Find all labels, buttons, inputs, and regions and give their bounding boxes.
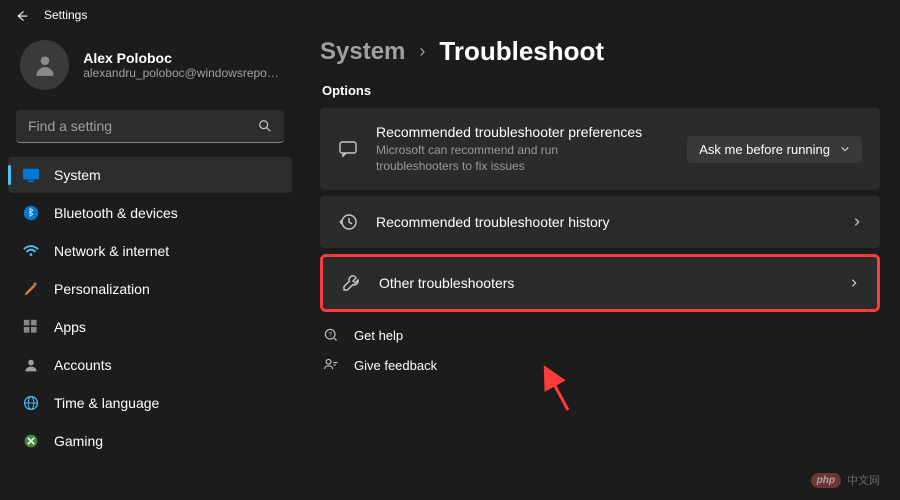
profile-email: alexandru_poloboc@windowsreport... bbox=[83, 66, 280, 80]
watermark-text: 中文网 bbox=[847, 472, 880, 488]
nav-item-label: Bluetooth & devices bbox=[54, 205, 178, 221]
nav-item-personalization[interactable]: Personalization bbox=[8, 271, 292, 307]
apps-icon bbox=[22, 318, 40, 336]
card-title: Other troubleshooters bbox=[379, 275, 831, 291]
profile-name: Alex Poloboc bbox=[83, 50, 280, 66]
nav-item-apps[interactable]: Apps bbox=[8, 309, 292, 345]
card-title: Recommended troubleshooter preferences bbox=[376, 124, 669, 140]
nav-item-label: Accounts bbox=[54, 357, 112, 373]
nav-item-label: Personalization bbox=[54, 281, 150, 297]
nav-item-network[interactable]: Network & internet bbox=[8, 233, 292, 269]
nav-item-label: Apps bbox=[54, 319, 86, 335]
chevron-right-icon: › bbox=[419, 41, 425, 62]
feedback-icon bbox=[322, 356, 340, 374]
chat-icon bbox=[338, 139, 358, 159]
feedback-link[interactable]: Give feedback bbox=[322, 356, 880, 374]
bluetooth-icon bbox=[22, 204, 40, 222]
help-link-label: Give feedback bbox=[354, 358, 437, 373]
wifi-icon bbox=[22, 242, 40, 260]
nav-item-label: Network & internet bbox=[54, 243, 169, 259]
nav-list: System Bluetooth & devices Network & int… bbox=[8, 157, 292, 459]
history-icon bbox=[338, 212, 358, 232]
sidebar: Alex Poloboc alexandru_poloboc@windowsre… bbox=[0, 30, 300, 500]
help-links: ? Get help Give feedback bbox=[320, 326, 880, 374]
svg-text:?: ? bbox=[328, 332, 332, 339]
card-subtitle: Microsoft can recommend and run troubles… bbox=[376, 142, 636, 174]
breadcrumb-parent[interactable]: System bbox=[320, 38, 405, 66]
help-link-label: Get help bbox=[354, 328, 403, 343]
nav-item-time-language[interactable]: Time & language bbox=[8, 385, 292, 421]
app-title: Settings bbox=[44, 8, 87, 22]
profile-text: Alex Poloboc alexandru_poloboc@windowsre… bbox=[83, 50, 280, 80]
titlebar: Settings bbox=[0, 0, 900, 30]
avatar bbox=[20, 40, 69, 90]
nav-item-gaming[interactable]: Gaming bbox=[8, 423, 292, 459]
watermark-badge: php bbox=[811, 473, 841, 488]
breadcrumb: System › Troubleshoot bbox=[320, 36, 880, 67]
chevron-right-icon bbox=[849, 278, 859, 288]
search-input-container[interactable] bbox=[16, 110, 284, 143]
nav-item-system[interactable]: System bbox=[8, 157, 292, 193]
brush-icon bbox=[22, 280, 40, 298]
section-label: Options bbox=[322, 83, 880, 98]
accounts-icon bbox=[22, 356, 40, 374]
chevron-down-icon bbox=[840, 144, 850, 154]
wrench-icon bbox=[341, 273, 361, 293]
nav-item-label: System bbox=[54, 167, 101, 183]
dropdown-label: Ask me before running bbox=[699, 142, 830, 157]
help-icon: ? bbox=[322, 326, 340, 344]
get-help-link[interactable]: ? Get help bbox=[322, 326, 880, 344]
card-other-troubleshooters[interactable]: Other troubleshooters bbox=[323, 257, 877, 309]
globe-icon bbox=[22, 394, 40, 412]
system-icon bbox=[22, 166, 40, 184]
content: System › Troubleshoot Options Recommende… bbox=[300, 30, 900, 500]
card-title: Recommended troubleshooter history bbox=[376, 214, 834, 230]
card-troubleshooter-history[interactable]: Recommended troubleshooter history bbox=[320, 196, 880, 248]
back-icon[interactable] bbox=[16, 9, 28, 21]
search-input[interactable] bbox=[28, 118, 258, 134]
search-icon bbox=[258, 119, 272, 133]
profile[interactable]: Alex Poloboc alexandru_poloboc@windowsre… bbox=[8, 30, 292, 106]
gaming-icon bbox=[22, 432, 40, 450]
nav-item-accounts[interactable]: Accounts bbox=[8, 347, 292, 383]
nav-item-bluetooth[interactable]: Bluetooth & devices bbox=[8, 195, 292, 231]
highlight-annotation: Other troubleshooters bbox=[320, 254, 880, 312]
card-recommended-preferences[interactable]: Recommended troubleshooter preferences M… bbox=[320, 108, 880, 190]
watermark: php 中文网 bbox=[811, 472, 880, 488]
dropdown-recommended-preference[interactable]: Ask me before running bbox=[687, 136, 862, 163]
nav-item-label: Gaming bbox=[54, 433, 103, 449]
nav-item-label: Time & language bbox=[54, 395, 159, 411]
chevron-right-icon bbox=[852, 217, 862, 227]
breadcrumb-current: Troubleshoot bbox=[439, 36, 604, 67]
